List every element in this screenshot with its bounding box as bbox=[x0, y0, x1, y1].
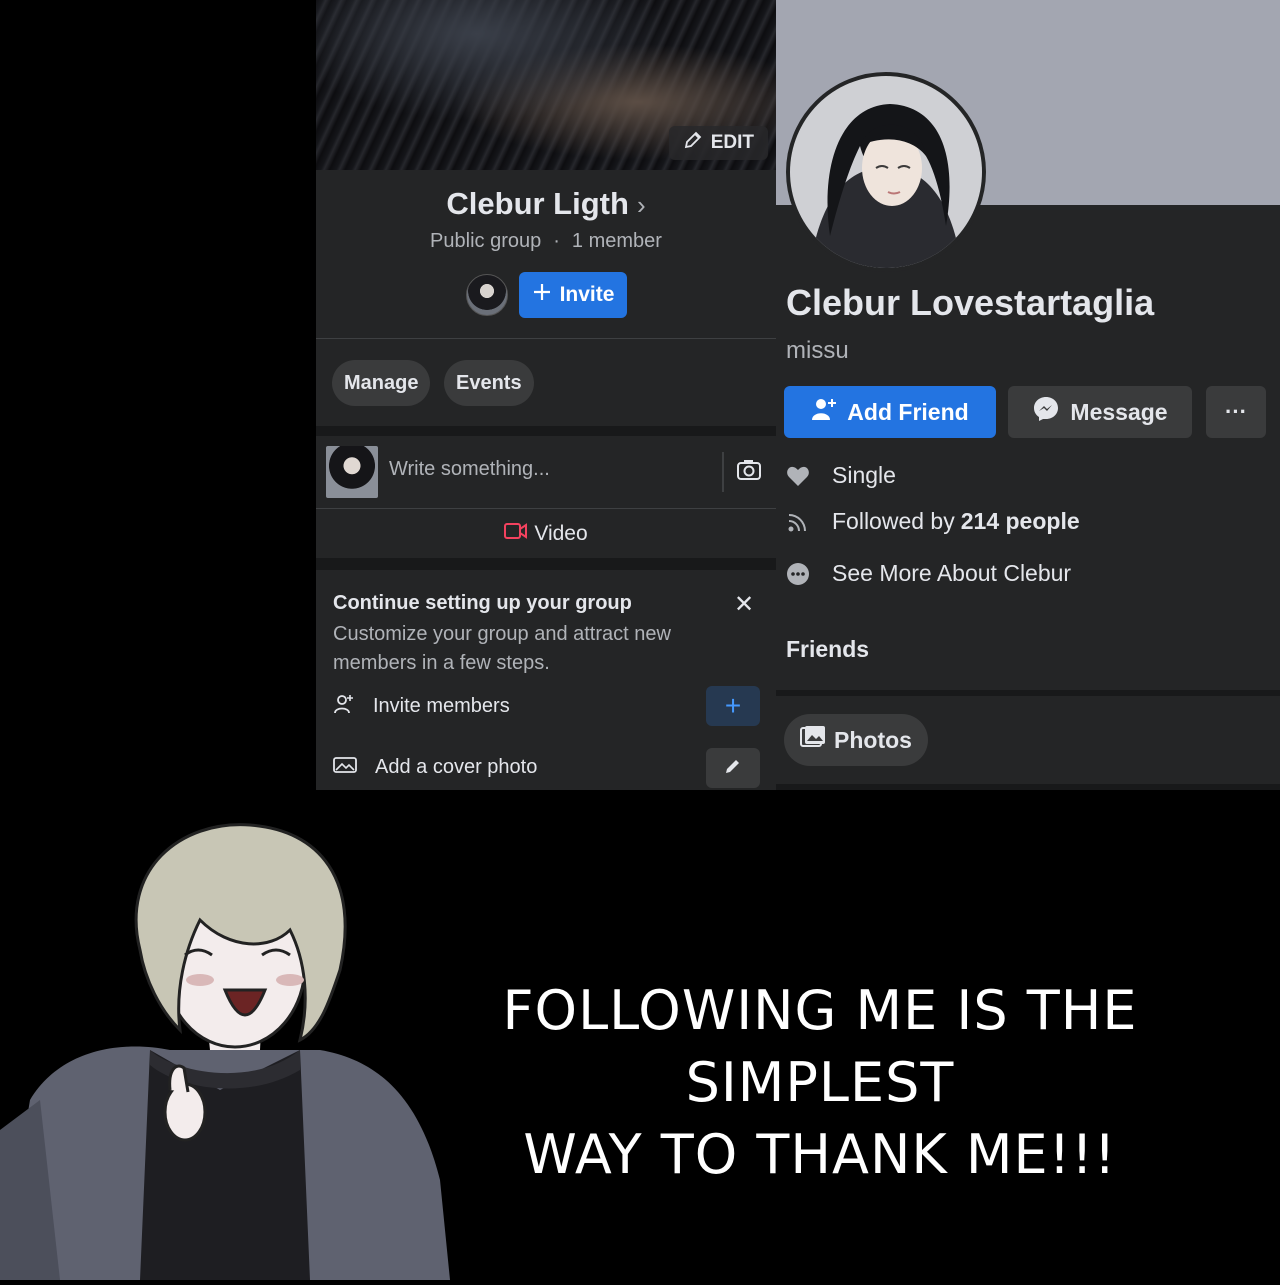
more-options-button[interactable]: ··· bbox=[1206, 386, 1266, 438]
close-icon[interactable]: ✕ bbox=[734, 590, 754, 619]
invite-members-add-button[interactable]: + bbox=[706, 686, 760, 726]
group-title-row[interactable]: Clebur Ligth › bbox=[316, 186, 776, 222]
profile-avatar[interactable] bbox=[786, 72, 986, 272]
task-invite-members[interactable]: Invite members bbox=[333, 686, 763, 726]
video-label: Video bbox=[534, 522, 588, 545]
tab-events[interactable]: Events bbox=[444, 360, 534, 406]
group-member-count: 1 member bbox=[571, 230, 662, 252]
message-label: Message bbox=[1070, 398, 1168, 425]
video-camera-icon bbox=[504, 522, 528, 546]
divider bbox=[316, 508, 776, 509]
divider bbox=[722, 452, 724, 492]
heart-icon bbox=[786, 464, 810, 488]
photos-label: Photos bbox=[834, 726, 912, 753]
pencil-icon bbox=[723, 756, 743, 781]
composer-avatar bbox=[326, 446, 378, 498]
add-friend-label: Add Friend bbox=[847, 398, 969, 425]
add-person-icon bbox=[333, 693, 355, 720]
rss-icon bbox=[786, 510, 810, 534]
info-followers[interactable]: Followed by 214 people bbox=[786, 508, 1080, 535]
invite-button[interactable]: Invite bbox=[519, 272, 627, 318]
meme-caption: FOLLOWING ME IS THE SIMPLEST WAY TO THAN… bbox=[360, 975, 1280, 1191]
profile-nickname: missu bbox=[786, 337, 849, 364]
messenger-icon bbox=[1032, 395, 1060, 429]
section-separator bbox=[776, 690, 1280, 696]
image-icon bbox=[333, 755, 357, 780]
group-panel: EDIT Clebur Ligth › Public group · 1 member… bbox=[316, 0, 776, 790]
camera-icon[interactable] bbox=[736, 458, 762, 487]
tab-photos[interactable]: Photos bbox=[784, 714, 928, 766]
pencil-icon bbox=[683, 130, 703, 156]
add-friend-button[interactable]: Add Friend bbox=[784, 386, 996, 438]
edit-cover-button[interactable]: EDIT bbox=[668, 126, 768, 160]
divider bbox=[316, 338, 776, 339]
group-meta: Public group · 1 member bbox=[316, 230, 776, 253]
section-separator bbox=[316, 558, 776, 570]
profile-name: Clebur Lovestartaglia bbox=[786, 282, 1155, 323]
video-button[interactable]: Video bbox=[316, 512, 776, 556]
caption-line-1: FOLLOWING ME IS THE SIMPLEST bbox=[502, 979, 1138, 1114]
photos-icon bbox=[800, 725, 826, 755]
tab-manage[interactable]: Manage bbox=[332, 360, 431, 406]
setup-card-title: Continue setting up your group bbox=[333, 592, 632, 614]
separator-dot: · bbox=[553, 230, 560, 252]
message-button[interactable]: Message bbox=[1008, 386, 1192, 438]
plus-icon: + bbox=[724, 690, 742, 721]
cover-photo-edit-button[interactable] bbox=[706, 748, 760, 788]
see-more-about-link[interactable]: See More About Clebur bbox=[786, 560, 1071, 587]
composer-input[interactable]: Write something... bbox=[389, 458, 550, 481]
info-relationship: Single bbox=[786, 462, 896, 489]
task-label: Add a cover photo bbox=[375, 755, 538, 778]
section-separator bbox=[776, 784, 1280, 790]
followers-prefix: Followed by bbox=[832, 508, 955, 534]
section-separator bbox=[316, 426, 776, 436]
member-avatar[interactable] bbox=[466, 274, 508, 316]
group-privacy: Public group bbox=[430, 230, 542, 252]
plus-icon bbox=[532, 282, 552, 308]
followers-count: 214 people bbox=[960, 508, 1080, 534]
ellipsis-circle-icon bbox=[786, 562, 810, 586]
edit-cover-label: EDIT bbox=[710, 132, 754, 153]
relationship-status: Single bbox=[832, 462, 896, 488]
group-name: Clebur Ligth bbox=[446, 186, 629, 221]
see-more-label: See More About Clebur bbox=[832, 560, 1072, 586]
invite-label: Invite bbox=[559, 283, 615, 306]
friends-heading: Friends bbox=[786, 636, 870, 662]
task-add-cover-photo[interactable]: Add a cover photo bbox=[333, 747, 763, 787]
caption-line-2: WAY TO THANK ME!!! bbox=[523, 1123, 1117, 1186]
setup-card-description: Customize your group and attract new mem… bbox=[333, 623, 671, 674]
task-label: Invite members bbox=[373, 694, 510, 717]
add-person-icon bbox=[811, 397, 837, 427]
chevron-right-icon: › bbox=[636, 190, 646, 220]
